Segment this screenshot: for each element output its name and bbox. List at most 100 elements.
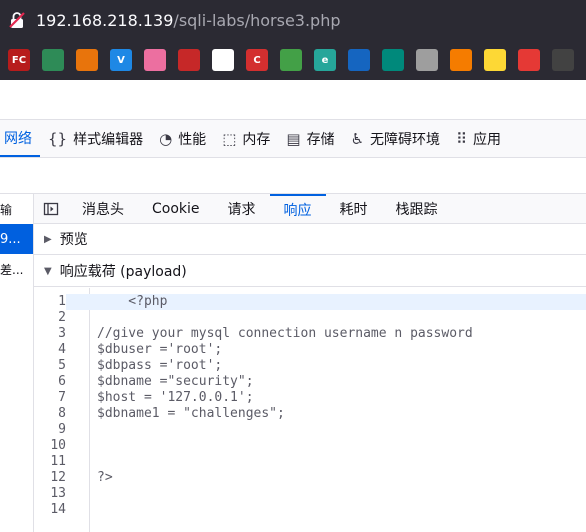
devtools-tab-label: 存储 bbox=[306, 131, 335, 148]
devtools-tab-label: 性能 bbox=[178, 131, 207, 148]
devtools-tab-3[interactable]: ⬚ 内存 bbox=[214, 120, 278, 157]
hex-icon[interactable] bbox=[76, 49, 98, 71]
url-path: /sqli-labs/horse3.php bbox=[173, 10, 341, 30]
code-line: 3 //give your mysql connection username n… bbox=[34, 326, 586, 342]
devtools-tab-icon: ◔ bbox=[159, 129, 173, 148]
devtools-tab-label: 应用 bbox=[473, 131, 502, 148]
code-text: $dbpass ='root'; bbox=[97, 358, 223, 373]
map-icon[interactable] bbox=[42, 49, 64, 71]
code-line: 12 ?> bbox=[34, 470, 586, 486]
preview-label: 预览 bbox=[59, 232, 88, 248]
face-icon[interactable] bbox=[484, 49, 506, 71]
bracket-icon[interactable] bbox=[450, 49, 472, 71]
tab-timings[interactable]: 耗时 bbox=[326, 194, 382, 223]
github-icon[interactable] bbox=[212, 49, 234, 71]
code-text: $dbuser ='root'; bbox=[97, 342, 223, 357]
code-line: 13 bbox=[34, 486, 586, 502]
tab-cookies[interactable]: Cookie bbox=[138, 194, 214, 223]
devtools-tab-icon: ▤ bbox=[286, 129, 301, 148]
badge-icon[interactable] bbox=[178, 49, 200, 71]
line-number: 6 bbox=[58, 374, 66, 389]
devtools-tab-6[interactable]: ⠿ 应用 bbox=[448, 120, 509, 157]
devtools-tab-4[interactable]: ▤ 存储 bbox=[278, 120, 342, 157]
url-host: 192.168.218.139 bbox=[36, 10, 174, 30]
line-number: 5 bbox=[58, 358, 66, 373]
line-number: 7 bbox=[58, 390, 66, 405]
code-text: ?> bbox=[97, 470, 113, 485]
fc-icon[interactable]: FC bbox=[8, 49, 30, 71]
code-line: 7 $host = '127.0.0.1'; bbox=[34, 390, 586, 406]
request-row[interactable]: 9... bbox=[0, 224, 33, 254]
devtools-tab-label: 网络 bbox=[4, 130, 32, 147]
line-number: 1 bbox=[34, 294, 66, 310]
code-line: 11 bbox=[34, 454, 586, 470]
red-square-icon[interactable] bbox=[518, 49, 540, 71]
line-number: 12 bbox=[50, 470, 66, 485]
tab-response[interactable]: 响应 bbox=[269, 194, 326, 223]
circle-icon[interactable] bbox=[382, 49, 404, 71]
request-row[interactable]: 差... bbox=[0, 254, 33, 284]
page-content-area bbox=[0, 80, 586, 120]
devtools-tab-icon: {} bbox=[48, 129, 68, 148]
code-text: $dbname1 = "challenges"; bbox=[97, 406, 285, 421]
devtools-tab-label: 无障碍环境 bbox=[370, 131, 441, 148]
devtools-tab-bar: 网络 {} 样式编辑器 ◔ 性能 ⬚ 内存 ▤ 存储 ♿ 无障碍环境 ⠿ 应用 bbox=[0, 120, 586, 158]
devtools-tab-label: 样式编辑器 bbox=[73, 131, 144, 148]
details-tab-bar: 消息头 Cookie 请求 响应 耗时 栈跟踪 bbox=[34, 194, 586, 224]
code-line: 1 <?php bbox=[34, 294, 586, 310]
react-icon[interactable] bbox=[348, 49, 370, 71]
code-line: 10 bbox=[34, 438, 586, 454]
globe-icon[interactable] bbox=[416, 49, 438, 71]
devtools-toolbar bbox=[0, 158, 586, 194]
line-number: 13 bbox=[50, 486, 66, 501]
devtools-tab-icon: ⠿ bbox=[456, 129, 468, 148]
e-icon[interactable]: e bbox=[314, 49, 336, 71]
preview-section-header[interactable]: ▶ 预览 bbox=[34, 224, 586, 255]
devtools-tab-0[interactable]: 网络 bbox=[0, 120, 40, 157]
collapse-triangle-icon: ▼ bbox=[44, 265, 52, 277]
code-text: $dbname ="security"; bbox=[97, 374, 254, 389]
devtools-tab-5[interactable]: ♿ 无障碍环境 bbox=[343, 120, 448, 157]
line-number: 10 bbox=[50, 438, 66, 453]
tool-icon[interactable] bbox=[552, 49, 574, 71]
line-number: 14 bbox=[50, 502, 66, 517]
code-line: 4 $dbuser ='root'; bbox=[34, 342, 586, 358]
request-row[interactable]: 输 bbox=[0, 194, 33, 224]
devtools-tab-2[interactable]: ◔ 性能 bbox=[151, 120, 214, 157]
tab-request[interactable]: 请求 bbox=[214, 194, 270, 223]
code-line: 6 $dbname ="security"; bbox=[34, 374, 586, 390]
devtools-tab-icon: ♿ bbox=[350, 129, 365, 148]
tab-stack-trace[interactable]: 栈跟踪 bbox=[382, 194, 452, 223]
code-line: 5 $dbpass ='root'; bbox=[34, 358, 586, 374]
line-number: 4 bbox=[58, 342, 66, 357]
code-line: 14 bbox=[34, 502, 586, 518]
c-icon[interactable]: C bbox=[246, 49, 268, 71]
request-list: 输 9... 差... bbox=[0, 194, 34, 532]
payload-section-header[interactable]: ▼ 响应载荷 (payload) bbox=[34, 256, 586, 287]
devtools-tab-label: 内存 bbox=[242, 131, 271, 148]
line-number: 2 bbox=[58, 310, 66, 325]
tab-headers[interactable]: 消息头 bbox=[68, 194, 138, 223]
panel-toggle-icon[interactable] bbox=[34, 194, 68, 223]
response-code-viewer[interactable]: 1 <?php 2 3//give your mysql connection us… bbox=[34, 288, 586, 532]
bookmarks-toolbar: FC V Ce bbox=[0, 40, 586, 80]
insecure-lock-icon[interactable] bbox=[8, 11, 26, 29]
code-text: <?php bbox=[97, 294, 168, 309]
grid-icon[interactable] bbox=[280, 49, 302, 71]
url-text[interactable]: 192.168.218.139/sqli-labs/horse3.php bbox=[36, 11, 341, 30]
line-number: 9 bbox=[58, 422, 66, 437]
devtools-tab-icon: ⬚ bbox=[222, 129, 237, 148]
code-line: 9 bbox=[34, 422, 586, 438]
payload-label: 响应载荷 (payload) bbox=[59, 264, 187, 280]
code-line: 8 $dbname1 = "challenges"; bbox=[34, 406, 586, 422]
line-number: 11 bbox=[50, 454, 66, 469]
v-icon[interactable]: V bbox=[110, 49, 132, 71]
code-text: //give your mysql connection username n … bbox=[97, 326, 473, 341]
line-number: 3 bbox=[58, 326, 66, 341]
url-bar[interactable]: 192.168.218.139/sqli-labs/horse3.php bbox=[0, 0, 586, 40]
line-number: 8 bbox=[58, 406, 66, 421]
flower-icon[interactable] bbox=[144, 49, 166, 71]
devtools-tab-1[interactable]: {} 样式编辑器 bbox=[40, 120, 151, 157]
expand-triangle-icon: ▶ bbox=[44, 233, 52, 245]
code-text: $host = '127.0.0.1'; bbox=[97, 390, 254, 405]
